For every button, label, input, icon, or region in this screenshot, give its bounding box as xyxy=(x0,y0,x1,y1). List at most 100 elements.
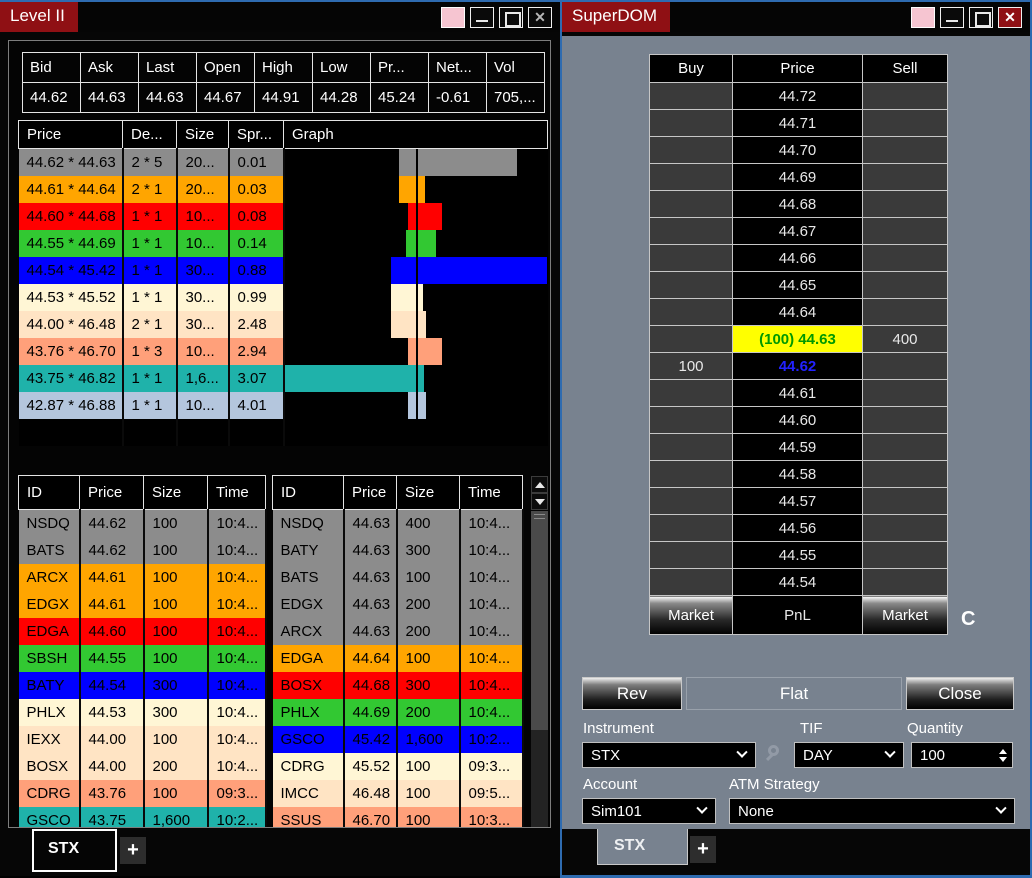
dom-sell-cell[interactable] xyxy=(862,568,948,596)
scroll-up-icon[interactable] xyxy=(531,476,548,493)
dom-price-cell[interactable]: 44.64 xyxy=(732,298,863,326)
instrument-link-color-button[interactable] xyxy=(911,6,935,28)
dom-sell-cell[interactable] xyxy=(862,379,948,407)
dom-sell-cell[interactable] xyxy=(862,487,948,515)
close-icon[interactable] xyxy=(528,6,552,28)
dom-buy-cell[interactable] xyxy=(649,568,733,596)
dom-price-cell[interactable]: 44.66 xyxy=(732,244,863,272)
dom-price-cell[interactable]: 44.58 xyxy=(732,460,863,488)
dom-sell-cell[interactable] xyxy=(862,406,948,434)
center-ladder-button[interactable]: C xyxy=(961,608,975,631)
close-position-button[interactable]: Close xyxy=(906,677,1014,710)
dom-sell-cell[interactable] xyxy=(862,217,948,245)
dom-sell-cell[interactable] xyxy=(862,190,948,218)
tns-size-cell: 1,600 xyxy=(396,725,461,753)
dom-buy-cell[interactable] xyxy=(649,406,733,434)
dom-buy-cell[interactable]: 100 xyxy=(649,352,733,380)
close-icon[interactable] xyxy=(998,6,1022,28)
dom-row: 44.56 xyxy=(649,514,948,542)
graph-center-line xyxy=(416,419,418,446)
maximize-icon[interactable] xyxy=(969,6,993,28)
tab-stx[interactable]: STX xyxy=(597,829,688,865)
atm-strategy-select[interactable]: None xyxy=(729,798,1015,824)
dom-price-cell[interactable]: 44.70 xyxy=(732,136,863,164)
scrollbar-thumb[interactable] xyxy=(531,511,548,731)
dom-price-cell[interactable]: 44.65 xyxy=(732,271,863,299)
dom-buy-cell[interactable] xyxy=(649,433,733,461)
dom-buy-cell[interactable] xyxy=(649,217,733,245)
dom-sell-cell[interactable] xyxy=(862,271,948,299)
chevron-down-icon xyxy=(884,746,896,758)
superdom-titlebar[interactable]: SuperDOM xyxy=(562,2,1030,32)
dom-buy-cell[interactable] xyxy=(649,298,733,326)
dom-sell-cell[interactable] xyxy=(862,460,948,488)
dom-buy-cell[interactable] xyxy=(649,487,733,515)
scrollbar-track[interactable] xyxy=(531,511,548,827)
stepper-arrows-icon[interactable] xyxy=(999,748,1007,762)
sell-market-button[interactable]: Market xyxy=(862,595,948,635)
dom-price-cell[interactable]: 44.72 xyxy=(732,82,863,110)
dom-buy-cell[interactable] xyxy=(649,82,733,110)
dom-price-cell[interactable]: 44.56 xyxy=(732,514,863,542)
flatten-position-button[interactable]: Flat xyxy=(686,677,902,710)
dom-sell-cell[interactable] xyxy=(862,109,948,137)
dom-sell-cell[interactable]: 400 xyxy=(862,325,948,353)
dom-buy-cell[interactable] xyxy=(649,163,733,191)
dom-price-cell[interactable]: 44.55 xyxy=(732,541,863,569)
instrument-search-icon[interactable] xyxy=(765,744,785,764)
buy-market-button[interactable]: Market xyxy=(649,595,733,635)
dom-price-cell[interactable]: 44.67 xyxy=(732,217,863,245)
tab-stx[interactable]: STX xyxy=(32,829,117,872)
dom-buy-cell[interactable] xyxy=(649,325,733,353)
quantity-stepper[interactable]: 100 xyxy=(911,742,1013,768)
dom-sell-cell[interactable] xyxy=(862,298,948,326)
dom-price-cell[interactable]: 44.71 xyxy=(732,109,863,137)
scroll-down-icon[interactable] xyxy=(531,493,548,510)
instrument-link-color-button[interactable] xyxy=(441,6,465,28)
dom-sell-cell[interactable] xyxy=(862,433,948,461)
dom-sell-cell[interactable] xyxy=(862,514,948,542)
ladder-price-cell: 44.55 * 44.69 xyxy=(18,230,124,257)
level2-titlebar[interactable]: Level II xyxy=(0,2,560,32)
dom-sell-cell[interactable] xyxy=(862,541,948,569)
dom-price-cell[interactable]: 44.60 xyxy=(732,406,863,434)
dom-sell-cell[interactable] xyxy=(862,244,948,272)
dom-buy-cell[interactable] xyxy=(649,271,733,299)
add-tab-button[interactable]: + xyxy=(690,836,716,863)
dom-price-cell[interactable]: 44.61 xyxy=(732,379,863,407)
dom-buy-cell[interactable] xyxy=(649,514,733,542)
dom-sell-cell[interactable] xyxy=(862,163,948,191)
dom-sell-cell[interactable] xyxy=(862,352,948,380)
dom-sell-cell[interactable] xyxy=(862,136,948,164)
dom-buy-cell[interactable] xyxy=(649,379,733,407)
dom-buy-cell[interactable] xyxy=(649,109,733,137)
tns-id-cell: BOSX xyxy=(272,671,345,699)
dom-buy-cell[interactable] xyxy=(649,136,733,164)
dom-price-cell[interactable]: 44.57 xyxy=(732,487,863,515)
dom-price-cell[interactable]: 44.54 xyxy=(732,568,863,596)
minimize-icon[interactable] xyxy=(940,6,964,28)
tns-time-cell: 09:3... xyxy=(207,779,267,807)
tif-select[interactable]: DAY xyxy=(794,742,904,768)
dom-sell-cell[interactable] xyxy=(862,82,948,110)
dom-buy-cell[interactable] xyxy=(649,541,733,569)
dom-buy-cell[interactable] xyxy=(649,190,733,218)
dom-buy-cell[interactable] xyxy=(649,244,733,272)
dom-price-cell[interactable]: 44.68 xyxy=(732,190,863,218)
minimize-icon[interactable] xyxy=(470,6,494,28)
dom-price-cell[interactable]: (100) 44.63 xyxy=(732,325,863,353)
reverse-position-button[interactable]: Rev xyxy=(582,677,682,710)
dom-price-cell[interactable]: 44.62 xyxy=(732,352,863,380)
dom-buy-cell[interactable] xyxy=(649,460,733,488)
maximize-icon[interactable] xyxy=(499,6,523,28)
dom-price-cell[interactable]: 44.69 xyxy=(732,163,863,191)
tns-time-cell: 10:4... xyxy=(459,509,524,537)
tns-price-cell: 46.48 xyxy=(343,779,398,807)
dom-price-cell[interactable]: 44.59 xyxy=(732,433,863,461)
tns-time-cell: 09:5... xyxy=(459,779,524,807)
add-tab-button[interactable]: + xyxy=(120,837,146,864)
ask-table-scrollbar[interactable] xyxy=(531,475,548,827)
ladder-price-cell: 44.62 * 44.63 xyxy=(18,148,124,176)
instrument-select[interactable]: STX xyxy=(582,742,756,768)
account-select[interactable]: Sim101 xyxy=(582,798,716,824)
